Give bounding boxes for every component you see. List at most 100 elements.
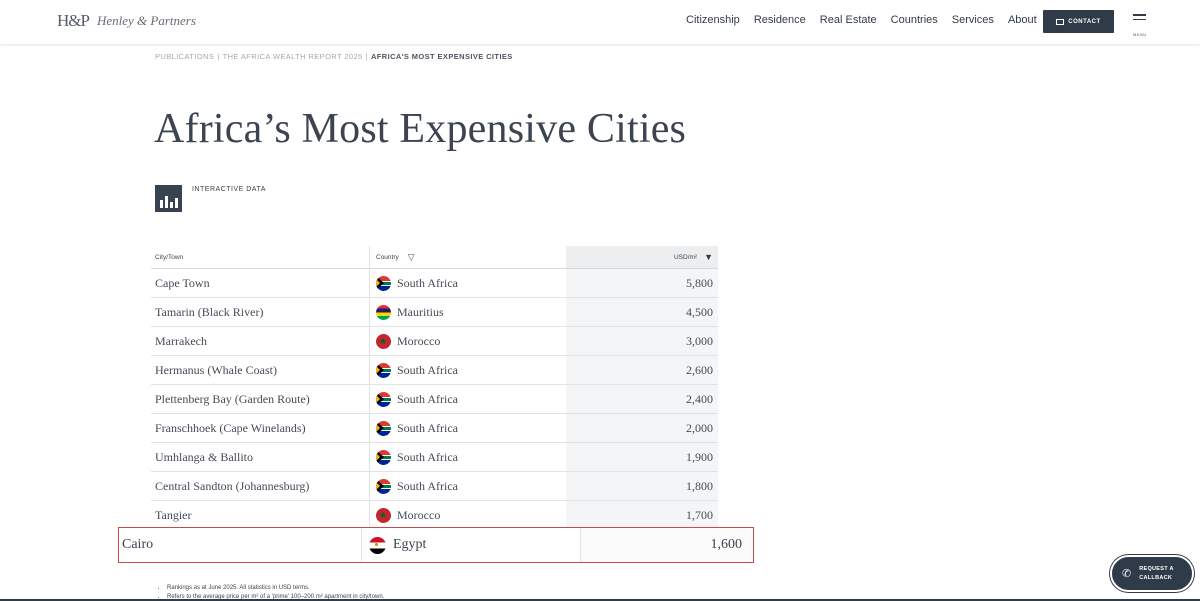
cell-country: Egypt bbox=[361, 528, 580, 562]
callback-line2: CALLBACK bbox=[1139, 574, 1173, 581]
nav-countries[interactable]: Countries bbox=[891, 14, 938, 26]
contact-button[interactable]: CONTACT bbox=[1043, 10, 1114, 33]
cell-country-name: South Africa bbox=[397, 362, 458, 377]
mauritius-flag-icon bbox=[376, 304, 391, 320]
cell-country: South Africa bbox=[369, 414, 566, 442]
cell-value: 2,400 bbox=[566, 385, 718, 413]
cell-country: South Africa bbox=[369, 356, 566, 384]
cell-country: South Africa bbox=[369, 472, 566, 500]
footnote: Rankings as at June 2025. All statistics… bbox=[167, 585, 384, 591]
south-africa-flag-icon bbox=[376, 449, 391, 465]
cell-value: 2,600 bbox=[566, 356, 718, 384]
cell-city: Tamarin (Black River) bbox=[155, 304, 264, 319]
cell-city: Plettenberg Bay (Garden Route) bbox=[155, 391, 310, 406]
cell-country-name: South Africa bbox=[397, 275, 458, 290]
cell-value: 3,000 bbox=[566, 327, 718, 355]
cell-country: South Africa bbox=[369, 443, 566, 471]
egypt-flag-icon bbox=[369, 536, 386, 554]
table-body: Cape Town South Africa 5,800 Tamarin (Black… bbox=[151, 269, 718, 530]
breadcrumb-separator: | bbox=[217, 52, 220, 61]
cell-city: Tangier bbox=[155, 507, 192, 522]
morocco-flag-icon bbox=[376, 507, 391, 523]
header-city[interactable]: City/Town bbox=[151, 246, 369, 268]
cell-country-name: Morocco bbox=[397, 507, 441, 522]
cell-city: Hermanus (Whale Coast) bbox=[155, 362, 277, 377]
callback-line1: REQUEST A bbox=[1139, 565, 1174, 572]
south-africa-flag-icon bbox=[376, 420, 391, 436]
logo[interactable]: H&P Henley & Partners bbox=[57, 11, 196, 31]
chart-icon bbox=[155, 185, 182, 212]
cell-value: 5,800 bbox=[566, 269, 718, 297]
table-row[interactable]: Umhlanga & Ballito South Africa 1,900 bbox=[151, 443, 718, 472]
cities-table: City/Town Country ▽ USD/m² ▼ Cape Town Sout… bbox=[151, 246, 718, 530]
table-row[interactable]: Franschhoek (Cape Winelands) South Africa… bbox=[151, 414, 718, 443]
interactive-data-badge: INTERACTIVE DATA bbox=[155, 185, 266, 212]
cell-country-name: Morocco bbox=[397, 333, 441, 348]
nav-citizenship[interactable]: Citizenship bbox=[686, 14, 740, 26]
hamburger-bar bbox=[1133, 18, 1146, 20]
breadcrumb: PUBLICATIONS | THE AFRICA WEALTH REPORT 20… bbox=[155, 52, 513, 61]
cell-value: 1,700 bbox=[566, 501, 718, 529]
cell-city: Umhlanga & Ballito bbox=[155, 449, 253, 464]
table-row[interactable]: Central Sandton (Johannesburg) South Afri… bbox=[151, 472, 718, 501]
table-row[interactable]: Tangier Morocco 1,700 bbox=[151, 501, 718, 530]
logo-text: Henley & Partners bbox=[96, 13, 196, 28]
cell-country-name: South Africa bbox=[397, 449, 458, 464]
cell-country: Morocco bbox=[369, 501, 566, 529]
nav-residence[interactable]: Residence bbox=[754, 14, 806, 26]
table-row[interactable]: Cape Town South Africa 5,800 bbox=[151, 269, 718, 298]
nav-about[interactable]: About bbox=[1008, 14, 1037, 26]
south-africa-flag-icon bbox=[376, 362, 391, 378]
breadcrumb-report[interactable]: THE AFRICA WEALTH REPORT 2025 bbox=[223, 52, 363, 61]
nav-services[interactable]: Services bbox=[952, 14, 994, 26]
header-country-label: Country bbox=[376, 253, 399, 261]
breadcrumb-current: AFRICA'S MOST EXPENSIVE CITIES bbox=[370, 52, 513, 61]
cell-value: 2,000 bbox=[566, 414, 718, 442]
table-row[interactable]: Marrakech Morocco 3,000 bbox=[151, 327, 718, 356]
header-city-label: City/Town bbox=[155, 253, 184, 261]
cell-value: 1,600 bbox=[580, 528, 752, 562]
menu-label: MENU bbox=[1133, 32, 1147, 37]
cell-country-name: South Africa bbox=[397, 391, 458, 406]
cell-country: Mauritius bbox=[369, 298, 566, 326]
south-africa-flag-icon bbox=[376, 275, 391, 291]
header-usd[interactable]: USD/m² ▼ bbox=[566, 246, 718, 268]
cell-value: 1,900 bbox=[566, 443, 718, 471]
cell-country-name: South Africa bbox=[397, 420, 458, 435]
table-row[interactable]: Plettenberg Bay (Garden Route) South Afri… bbox=[151, 385, 718, 414]
interactive-data-label: INTERACTIVE DATA bbox=[192, 186, 266, 193]
hamburger-icon bbox=[1133, 14, 1146, 16]
breadcrumb-separator: | bbox=[365, 52, 368, 61]
cell-city: Franschhoek (Cape Winelands) bbox=[155, 420, 306, 435]
cell-country: Morocco bbox=[369, 327, 566, 355]
cell-country: South Africa bbox=[369, 385, 566, 413]
callback-label: REQUEST A CALLBACK bbox=[1139, 565, 1174, 583]
table-row[interactable]: Hermanus (Whale Coast) South Africa 2,600 bbox=[151, 356, 718, 385]
header-usd-label: USD/m² bbox=[673, 253, 698, 261]
cell-country: South Africa bbox=[369, 269, 566, 297]
sort-desc-icon[interactable]: ▼ bbox=[704, 252, 713, 262]
cell-country-name: Mauritius bbox=[397, 304, 444, 319]
request-callback-button[interactable]: ✆ REQUEST A CALLBACK bbox=[1110, 555, 1194, 592]
main-nav: Citizenship Residence Real Estate Countr… bbox=[686, 14, 1051, 26]
filter-icon[interactable]: ▽ bbox=[408, 252, 415, 263]
table-row[interactable]: Tamarin (Black River) Mauritius 4,500 bbox=[151, 298, 718, 327]
site-header: H&P Henley & Partners Citizenship Reside… bbox=[0, 0, 1200, 44]
cell-value: 4,500 bbox=[566, 298, 718, 326]
south-africa-flag-icon bbox=[376, 478, 391, 494]
breadcrumb-publications[interactable]: PUBLICATIONS bbox=[155, 52, 214, 61]
cell-city: Central Sandton (Johannesburg) bbox=[155, 478, 310, 493]
contact-label: CONTACT bbox=[1068, 18, 1101, 25]
cell-city: Cairo bbox=[122, 537, 154, 552]
mail-icon bbox=[1056, 18, 1065, 25]
nav-real-estate[interactable]: Real Estate bbox=[820, 14, 877, 26]
menu-button[interactable]: MENU bbox=[1133, 14, 1147, 37]
south-africa-flag-icon bbox=[376, 391, 391, 407]
cell-city: Marrakech bbox=[155, 333, 207, 348]
table-header: City/Town Country ▽ USD/m² ▼ bbox=[151, 246, 718, 269]
highlighted-row[interactable]: Cairo Egypt 1,600 bbox=[118, 527, 754, 563]
morocco-flag-icon bbox=[376, 333, 391, 349]
cell-value: 1,800 bbox=[566, 472, 718, 500]
cell-city: Cape Town bbox=[155, 275, 210, 290]
header-country[interactable]: Country ▽ bbox=[369, 246, 566, 268]
